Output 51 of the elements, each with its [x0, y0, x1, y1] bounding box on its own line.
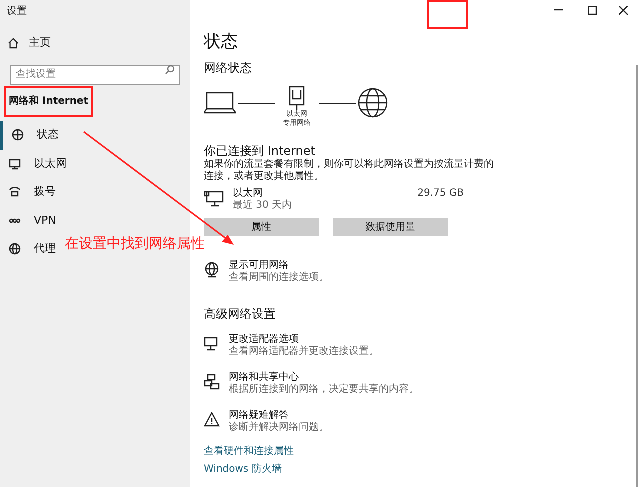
- connection-name: 以太网: [233, 188, 264, 200]
- highlight-frame: [427, 0, 468, 29]
- setting-description: 查看周围的连接选项。: [229, 272, 329, 284]
- annotation-text: 在设置中找到网络属性: [65, 235, 205, 254]
- setting-title[interactable]: 网络和共享中心: [229, 372, 419, 384]
- section-heading: 网络状态: [204, 60, 252, 76]
- network-icon: [204, 374, 220, 390]
- search-icon: [165, 65, 175, 75]
- ethernet-port-icon: [289, 86, 305, 110]
- section-heading: 网络和 Internet: [9, 94, 88, 109]
- globe-icon: [358, 88, 388, 118]
- globe-icon: [204, 262, 220, 278]
- search-field[interactable]: 查找设置: [10, 64, 180, 84]
- laptop-icon: [204, 92, 236, 114]
- scrollbar[interactable]: [636, 65, 638, 487]
- monitor-icon: [204, 191, 224, 207]
- phone-icon: [9, 186, 21, 198]
- connection-description: 如果你的流量套餐有限制，则你可以将此网络设置为按流量计费的连接，或者更改其他属性。: [204, 159, 494, 183]
- home-link[interactable]: 主页: [0, 28, 190, 58]
- setting-title[interactable]: 更改适配器选项: [229, 334, 379, 346]
- globe-icon: [12, 129, 24, 142]
- monitor-icon: [9, 158, 21, 170]
- setting-description: 根据所连接到的网络，决定要共享的内容。: [229, 384, 419, 396]
- data-usage: 29.75 GB: [418, 188, 464, 200]
- setting-description: 查看网络适配器并更改连接设置。: [229, 346, 379, 358]
- connector-line: [319, 103, 356, 104]
- home-icon: [8, 38, 19, 48]
- close-icon: [618, 6, 628, 14]
- setting-title[interactable]: 网络疑难解答: [229, 410, 329, 422]
- maximize-icon: [588, 6, 596, 14]
- setting-description: 诊断并解决网络问题。: [229, 422, 329, 434]
- settings-link[interactable]: 查看硬件和连接属性: [204, 446, 620, 458]
- nav-item[interactable]: 拨号: [0, 178, 60, 206]
- nav-item[interactable]: 以太网: [0, 150, 71, 178]
- setting-title[interactable]: 显示可用网络: [229, 260, 329, 272]
- connection-period: 最近 30 天内: [233, 200, 294, 212]
- action-button[interactable]: 属性: [204, 218, 319, 236]
- nav-item[interactable]: 代理: [0, 235, 60, 264]
- section-heading: 高级网络设置: [204, 306, 277, 322]
- connection-heading: 你已连接到 Internet: [204, 143, 316, 158]
- nav-item[interactable]: VPN: [0, 206, 60, 235]
- window-title: 设置: [6, 4, 28, 19]
- settings-link[interactable]: Windows 防火墙: [204, 464, 620, 476]
- nav-item[interactable]: 状态: [0, 121, 63, 150]
- action-button[interactable]: 数据使用量: [333, 218, 448, 236]
- page-title: 状态: [204, 31, 238, 53]
- minimize-icon: [554, 9, 562, 11]
- monitor-icon: [204, 336, 220, 352]
- globe-icon: [9, 243, 21, 256]
- connector-line: [238, 103, 275, 104]
- warning-icon: [204, 412, 220, 428]
